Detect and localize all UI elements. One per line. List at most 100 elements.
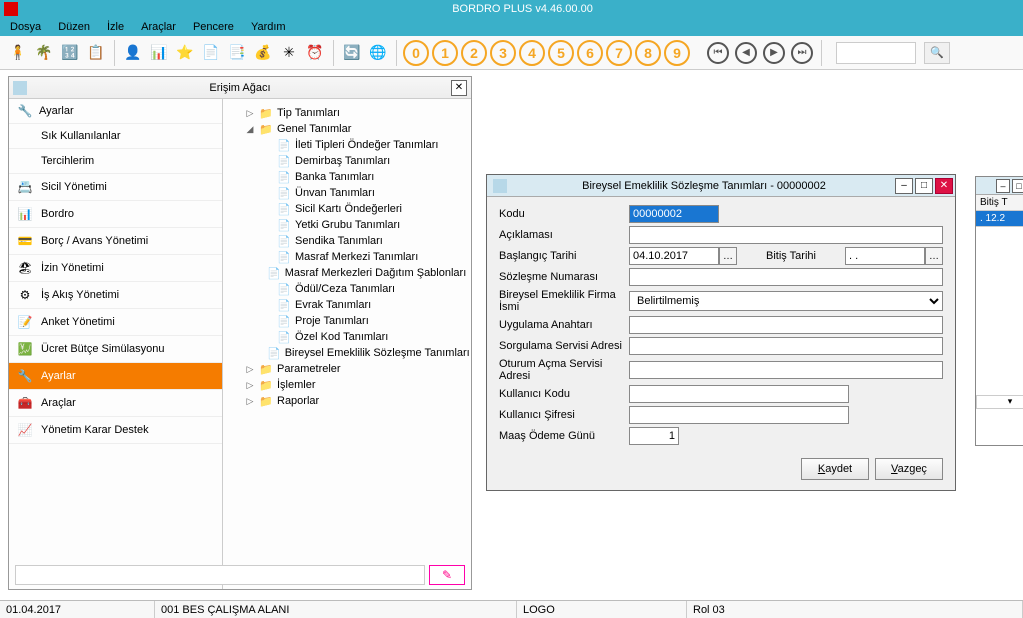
toolbar-btn-5[interactable]: 👤 bbox=[121, 41, 145, 65]
tree-node[interactable]: 📄Yetki Grubu Tanımları bbox=[227, 217, 467, 233]
menu-araclar[interactable]: Araçlar bbox=[133, 19, 184, 35]
num-4[interactable]: 4 bbox=[519, 40, 545, 66]
tree-node[interactable]: 📄Masraf Merkezi Tanımları bbox=[227, 249, 467, 265]
input-kullanici-kodu[interactable] bbox=[629, 385, 849, 403]
sidebar-item-2[interactable]: 💳Borç / Avans Yönetimi bbox=[9, 228, 222, 255]
tree-node[interactable]: 📄İleti Tipleri Öndeğer Tanımları bbox=[227, 137, 467, 153]
bg-col-header[interactable]: Bitiş T bbox=[976, 195, 1023, 211]
tree-expander-icon[interactable]: ▷ bbox=[245, 364, 255, 375]
tree-node[interactable]: ▷📁Tip Tanımları bbox=[227, 105, 467, 121]
dialog-header[interactable]: Bireysel Emeklilik Sözleşme Tanımları - … bbox=[487, 175, 955, 197]
bitis-date-picker[interactable]: … bbox=[925, 247, 943, 265]
nav-prev[interactable]: ◀ bbox=[735, 42, 757, 64]
sidebar-item-3[interactable]: 🏖İzin Yönetimi bbox=[9, 255, 222, 282]
tree-expander-icon[interactable]: ◢ bbox=[245, 124, 255, 135]
treeview[interactable]: ▷📁Tip Tanımları◢📁Genel Tanımlar📄İleti Ti… bbox=[223, 99, 471, 589]
dialog-close[interactable]: ✕ bbox=[935, 178, 953, 194]
save-button[interactable]: Kaydet bbox=[801, 458, 869, 480]
input-sozlesme-numarasi[interactable] bbox=[629, 268, 943, 286]
input-uygulama-anahtari[interactable] bbox=[629, 316, 943, 334]
tree-panel-close[interactable]: ✕ bbox=[451, 80, 467, 96]
menu-izle[interactable]: İzle bbox=[99, 19, 132, 35]
bg-minimize[interactable]: – bbox=[996, 179, 1010, 193]
tree-node[interactable]: ◢📁Genel Tanımlar bbox=[227, 121, 467, 137]
cancel-button[interactable]: Vazgeç bbox=[875, 458, 943, 480]
toolbar-search-input[interactable] bbox=[836, 42, 916, 64]
bg-maximize[interactable]: □ bbox=[1012, 179, 1023, 193]
nav-next[interactable]: ▶ bbox=[763, 42, 785, 64]
sidebar-top-ayarlar[interactable]: 🔧 Ayarlar bbox=[9, 99, 222, 124]
tree-node[interactable]: 📄Banka Tanımları bbox=[227, 169, 467, 185]
dialog-maximize[interactable]: □ bbox=[915, 178, 933, 194]
input-baslangic-tarihi[interactable] bbox=[629, 247, 719, 265]
menu-dosya[interactable]: Dosya bbox=[2, 19, 49, 35]
toolbar-search-button[interactable]: 🔍 bbox=[924, 42, 950, 64]
num-0[interactable]: 0 bbox=[403, 40, 429, 66]
tree-node[interactable]: 📄Evrak Tanımları bbox=[227, 297, 467, 313]
nav-last[interactable]: ⏭ bbox=[791, 42, 813, 64]
input-oturum-adresi[interactable] bbox=[629, 361, 943, 379]
tree-node[interactable]: 📄Sendika Tanımları bbox=[227, 233, 467, 249]
num-6[interactable]: 6 bbox=[577, 40, 603, 66]
num-2[interactable]: 2 bbox=[461, 40, 487, 66]
select-firma-ismi[interactable]: Belirtilmemiş bbox=[629, 291, 943, 311]
sidebar-item-9[interactable]: 📈Yönetim Karar Destek bbox=[9, 417, 222, 444]
sidebar-sub-sik[interactable]: Sık Kullanılanlar bbox=[9, 124, 222, 149]
input-bitis-tarihi[interactable] bbox=[845, 247, 925, 265]
toolbar-btn-1[interactable]: 🧍 bbox=[6, 41, 30, 65]
tree-expander-icon[interactable]: ▷ bbox=[245, 380, 255, 391]
tree-node[interactable]: ▷📁Parametreler bbox=[227, 361, 467, 377]
sidebar-item-0[interactable]: 📇Sicil Yönetimi bbox=[9, 174, 222, 201]
bg-scroll-down[interactable]: ▾ bbox=[976, 395, 1023, 409]
tree-node[interactable]: 📄Bireysel Emeklilik Sözleşme Tanımları bbox=[227, 345, 467, 361]
sidebar-item-6[interactable]: 💹Ücret Bütçe Simülasyonu bbox=[9, 336, 222, 363]
tree-node[interactable]: 📄Proje Tanımları bbox=[227, 313, 467, 329]
nav-first[interactable]: ⏮ bbox=[707, 42, 729, 64]
tree-search-input[interactable] bbox=[15, 565, 425, 585]
toolbar-btn-6[interactable]: 📊 bbox=[147, 41, 171, 65]
tree-node[interactable]: 📄Masraf Merkezleri Dağıtım Şablonları bbox=[227, 265, 467, 281]
sidebar-item-1[interactable]: 📊Bordro bbox=[9, 201, 222, 228]
menu-pencere[interactable]: Pencere bbox=[185, 19, 242, 35]
toolbar-btn-3[interactable]: 🔢 bbox=[58, 41, 82, 65]
dialog-minimize[interactable]: – bbox=[895, 178, 913, 194]
toolbar-btn-9[interactable]: 📑 bbox=[225, 41, 249, 65]
num-3[interactable]: 3 bbox=[490, 40, 516, 66]
sidebar-item-5[interactable]: 📝Anket Yönetimi bbox=[9, 309, 222, 336]
baslangic-date-picker[interactable]: … bbox=[719, 247, 737, 265]
toolbar-btn-14[interactable]: 🌐 bbox=[366, 41, 390, 65]
num-1[interactable]: 1 bbox=[432, 40, 458, 66]
num-7[interactable]: 7 bbox=[606, 40, 632, 66]
background-window[interactable]: – □ ✕ Bitiş T . 12.2 ▾ ▸ bbox=[975, 176, 1023, 446]
tree-expander-icon[interactable]: ▷ bbox=[245, 108, 255, 119]
tree-node[interactable]: 📄Demirbaş Tanımları bbox=[227, 153, 467, 169]
tree-search-button[interactable]: ✎ bbox=[429, 565, 465, 585]
input-kullanici-sifresi[interactable] bbox=[629, 406, 849, 424]
toolbar-btn-4[interactable]: 📋 bbox=[84, 41, 108, 65]
toolbar-btn-11[interactable]: ✳ bbox=[277, 41, 301, 65]
tree-node[interactable]: ▷📁Raporlar bbox=[227, 393, 467, 409]
input-maas-odeme-gunu[interactable] bbox=[629, 427, 679, 445]
tree-node[interactable]: 📄Sicil Kartı Öndeğerleri bbox=[227, 201, 467, 217]
toolbar-btn-10[interactable]: 💰 bbox=[251, 41, 275, 65]
input-sorgulama-adresi[interactable] bbox=[629, 337, 943, 355]
sidebar-item-4[interactable]: ⚙İş Akış Yönetimi bbox=[9, 282, 222, 309]
toolbar-btn-2[interactable]: 🌴 bbox=[32, 41, 56, 65]
tree-node[interactable]: 📄Özel Kod Tanımları bbox=[227, 329, 467, 345]
tree-expander-icon[interactable]: ▷ bbox=[245, 396, 255, 407]
num-9[interactable]: 9 bbox=[664, 40, 690, 66]
input-aciklamasi[interactable] bbox=[629, 226, 943, 244]
sidebar-item-7[interactable]: 🔧Ayarlar bbox=[9, 363, 222, 390]
sidebar-item-8[interactable]: 🧰Araçlar bbox=[9, 390, 222, 417]
toolbar-btn-12[interactable]: ⏰ bbox=[303, 41, 327, 65]
input-kodu[interactable] bbox=[629, 205, 719, 223]
sidebar-sub-tercih[interactable]: Tercihlerim bbox=[9, 149, 222, 174]
toolbar-btn-7[interactable]: ⭐ bbox=[173, 41, 197, 65]
num-8[interactable]: 8 bbox=[635, 40, 661, 66]
tree-node[interactable]: 📄Ödül/Ceza Tanımları bbox=[227, 281, 467, 297]
tree-node[interactable]: 📄Ünvan Tanımları bbox=[227, 185, 467, 201]
menu-yardim[interactable]: Yardım bbox=[243, 19, 294, 35]
bg-date-cell[interactable]: . 12.2 bbox=[976, 211, 1023, 227]
tree-node[interactable]: ▷📁İşlemler bbox=[227, 377, 467, 393]
toolbar-btn-8[interactable]: 📄 bbox=[199, 41, 223, 65]
